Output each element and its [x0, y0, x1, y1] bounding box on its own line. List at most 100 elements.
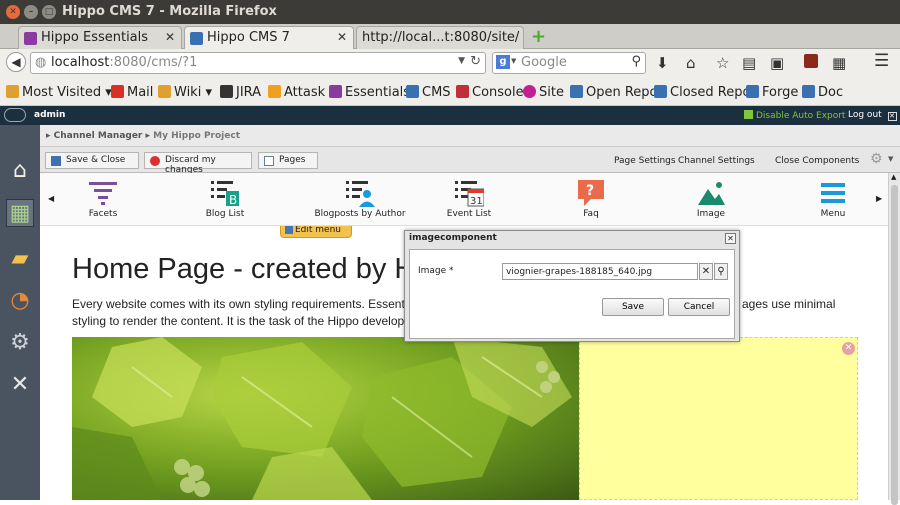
- url-bar[interactable]: ◍ localhost:8080/cms/?1 ▼ ↻: [30, 52, 486, 74]
- minimize-window-icon[interactable]: –: [24, 5, 38, 19]
- close-tab-icon[interactable]: ✕: [337, 30, 347, 44]
- dialog-close-icon[interactable]: ✕: [725, 233, 736, 244]
- svg-text:31: 31: [470, 196, 483, 207]
- intro-paragraph-line2: styling to render the content. It is the…: [72, 314, 415, 328]
- remove-component-icon[interactable]: ✕: [842, 342, 855, 355]
- close-components-link[interactable]: Close Components: [775, 156, 859, 166]
- maximize-window-icon[interactable]: □: [42, 5, 56, 19]
- bookmark-star-icon[interactable]: ☆: [716, 54, 729, 72]
- pages-button[interactable]: Pages: [258, 152, 318, 169]
- attask-icon: [268, 85, 281, 98]
- bookmark-closed-repo[interactable]: Closed Repo: [654, 85, 750, 100]
- reload-icon[interactable]: ↻: [470, 54, 481, 69]
- content-folder-icon[interactable]: ▰: [6, 245, 34, 273]
- component-blogposts-by-author[interactable]: Blogposts by Author: [302, 179, 418, 219]
- bookmark-doc[interactable]: Doc: [802, 85, 843, 100]
- hippo-icon: [654, 85, 667, 98]
- hippo-icon: [570, 85, 583, 98]
- hippo-favicon-icon: [24, 32, 37, 45]
- scroll-left-icon[interactable]: ◀: [48, 194, 54, 203]
- auto-export-toggle[interactable]: Disable Auto Export: [744, 110, 845, 121]
- save-close-button[interactable]: Save & Close: [45, 152, 139, 169]
- settings-gear-icon[interactable]: ⚙: [6, 329, 34, 357]
- component-event-list[interactable]: 31 Event List: [424, 179, 514, 219]
- tab-label: http://local...t:8080/site/: [362, 30, 520, 45]
- home-perspective-icon[interactable]: ⌂: [6, 157, 34, 185]
- component-menu[interactable]: Menu: [788, 179, 878, 219]
- dialog-body: Image * viognier-grapes-188185_640.jpg ✕…: [409, 249, 735, 339]
- search-image-icon[interactable]: ⚲: [714, 263, 728, 280]
- back-icon[interactable]: ◀: [6, 52, 26, 72]
- bookmark-cms[interactable]: CMS: [406, 85, 451, 100]
- breadcrumb-project[interactable]: My Hippo Project: [153, 131, 240, 141]
- intro-paragraph-line1: Every website comes with its own styling…: [72, 297, 417, 311]
- channel-settings-link[interactable]: Channel Settings: [678, 156, 755, 166]
- component-image[interactable]: Image: [666, 179, 756, 219]
- breadcrumb: ▸ Channel Manager ▸ My Hippo Project: [40, 125, 900, 147]
- svg-text:?: ?: [586, 183, 594, 199]
- hippo-icon: [802, 85, 815, 98]
- bookmark-most-visited[interactable]: Most Visited ▾: [6, 85, 112, 100]
- bookmark-open-repo[interactable]: Open Repo: [570, 85, 658, 100]
- faq-icon: ?: [578, 180, 604, 206]
- logout-link[interactable]: Log out ✕: [848, 110, 897, 121]
- close-window-icon[interactable]: ✕: [6, 5, 20, 19]
- bookmark-attask[interactable]: Attask: [268, 85, 325, 100]
- bookmark-console[interactable]: Console: [456, 85, 524, 100]
- addon-icon[interactable]: [804, 54, 818, 68]
- download-icon[interactable]: ⬇: [656, 54, 669, 72]
- page-settings-link[interactable]: Page Settings: [614, 156, 676, 166]
- hippo-icon: [523, 85, 536, 98]
- channel-manager-icon[interactable]: ▦: [6, 199, 34, 227]
- reader-icon[interactable]: ▤: [742, 54, 756, 72]
- search-input[interactable]: g ▼ Google ⚲: [492, 52, 646, 74]
- component-facets[interactable]: Facets: [58, 179, 148, 219]
- grape-leaves-image[interactable]: [72, 337, 579, 500]
- grape-leaves-photo: [72, 337, 572, 500]
- close-tab-icon[interactable]: ✕: [165, 30, 175, 44]
- search-icon[interactable]: ⚲: [631, 54, 641, 69]
- dialog-titlebar[interactable]: imagecomponent ✕: [405, 231, 739, 247]
- extension-icon[interactable]: ▦: [832, 54, 846, 72]
- edit-menu-button[interactable]: Edit menu: [280, 226, 352, 238]
- dropdown-arrow-icon[interactable]: ▼: [458, 56, 465, 66]
- svg-text:B: B: [229, 193, 237, 207]
- chevron-down-icon[interactable]: ▼: [888, 155, 893, 163]
- tab-site[interactable]: http://local...t:8080/site/: [356, 26, 524, 49]
- component-blog-list[interactable]: B Blog List: [180, 179, 270, 219]
- facets-icon: [89, 182, 117, 205]
- scroll-right-icon[interactable]: ▶: [876, 194, 882, 203]
- url-path: :8080/cms/?1: [109, 55, 198, 70]
- dialog-save-button[interactable]: Save: [602, 298, 664, 316]
- settings-gear-icon[interactable]: ⚙: [870, 151, 883, 167]
- admin-tools-icon[interactable]: ✕: [6, 371, 34, 399]
- component-faq[interactable]: ? Faq: [546, 179, 636, 219]
- bookmark-site[interactable]: Site: [523, 85, 564, 100]
- bookmark-forge[interactable]: Forge: [746, 85, 798, 100]
- edit-icon: [285, 226, 293, 234]
- home-icon[interactable]: ⌂: [686, 54, 696, 72]
- bookmark-wiki[interactable]: Wiki ▾: [158, 85, 212, 100]
- screenshot-icon[interactable]: ▣: [770, 54, 784, 72]
- tab-hippo-cms[interactable]: Hippo CMS 7 ✕: [184, 26, 354, 49]
- dialog-cancel-button[interactable]: Cancel: [668, 298, 730, 316]
- menu-icon[interactable]: ☰: [874, 51, 889, 71]
- bookmark-essentials[interactable]: Essentials: [329, 85, 410, 100]
- search-placeholder: Google: [521, 55, 567, 70]
- reports-icon[interactable]: ◔: [6, 287, 34, 315]
- scrollbar-thumb[interactable]: [891, 185, 898, 505]
- breadcrumb-channel-manager[interactable]: Channel Manager: [54, 131, 143, 141]
- clear-image-icon[interactable]: ✕: [699, 263, 713, 280]
- scroll-up-icon[interactable]: ▲: [891, 173, 896, 181]
- new-tab-icon[interactable]: +: [531, 26, 546, 47]
- bookmark-jira[interactable]: JIRA: [220, 85, 261, 100]
- image-component-placeholder[interactable]: ✕: [579, 337, 858, 500]
- page-scrollbar[interactable]: ▲: [888, 173, 900, 505]
- search-engine-dropdown-icon[interactable]: ▼: [511, 57, 516, 65]
- bookmark-mail[interactable]: Mail: [111, 85, 153, 100]
- image-path-field[interactable]: viognier-grapes-188185_640.jpg: [502, 263, 698, 280]
- pages-icon: [264, 156, 274, 166]
- author-icon: [346, 181, 375, 207]
- discard-changes-button[interactable]: Discard my changes: [144, 152, 252, 175]
- tab-hippo-essentials[interactable]: Hippo Essentials ✕: [18, 26, 182, 49]
